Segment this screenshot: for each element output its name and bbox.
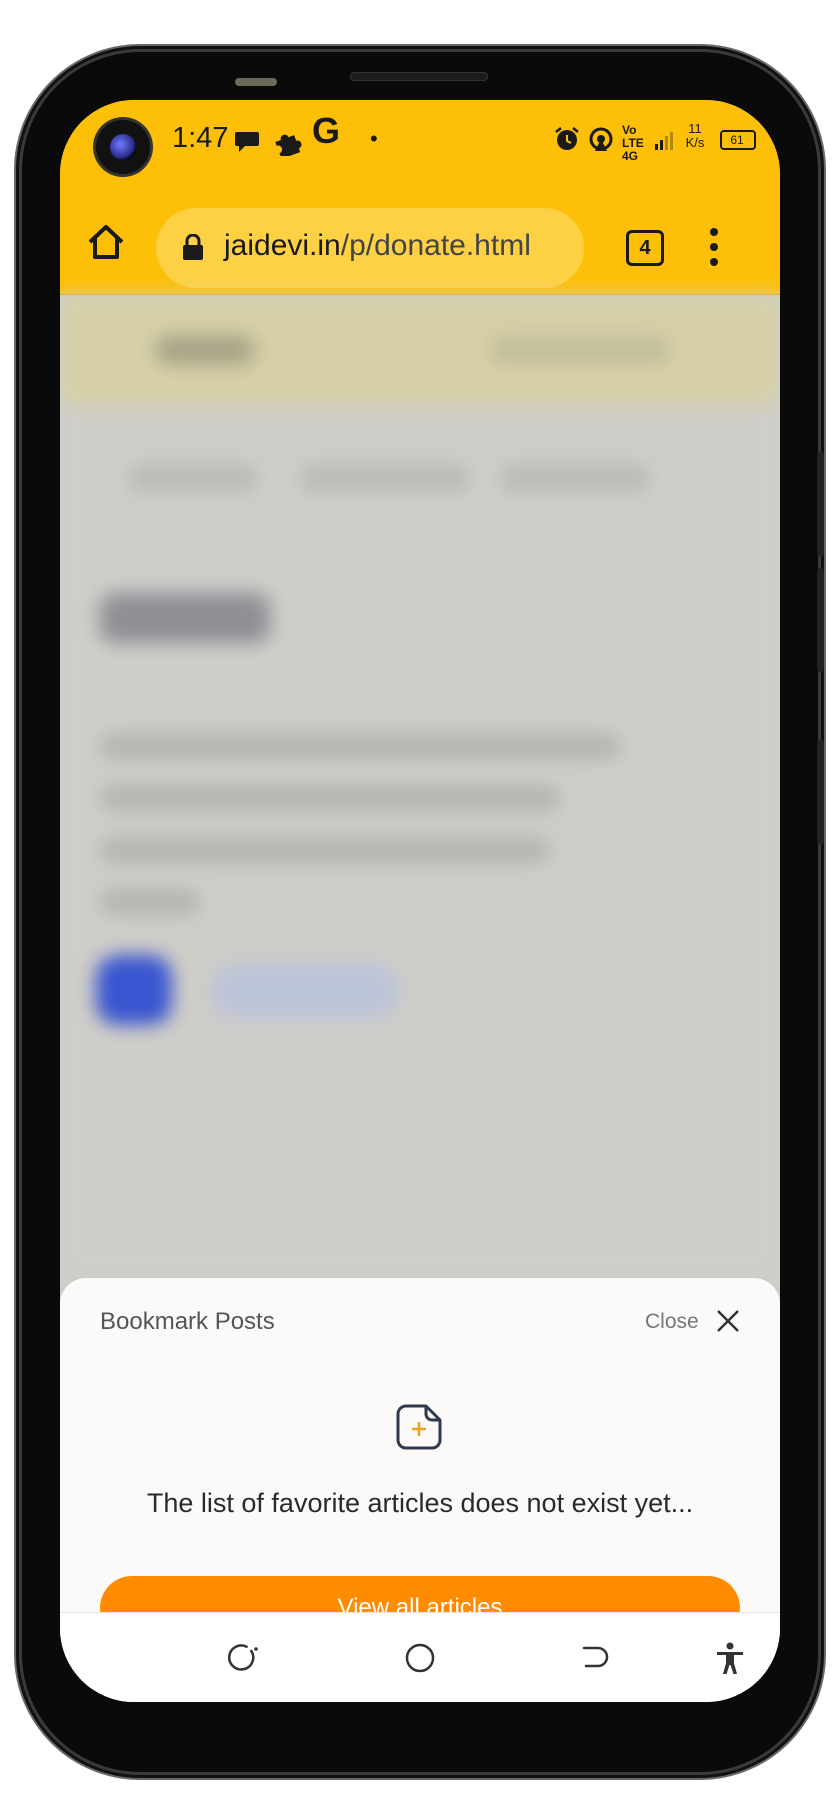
- url-text: jaidevi.in/p/donate.html: [224, 229, 531, 263]
- puzzle-icon: [275, 134, 302, 156]
- alarm-icon: [555, 127, 579, 150]
- page-paragraph-3: [100, 837, 550, 863]
- accessibility-icon[interactable]: [713, 1641, 747, 1675]
- chat-icon: [235, 132, 259, 152]
- status-time: 1:47: [172, 122, 229, 154]
- sensor: [235, 78, 277, 86]
- notification-dot: •: [370, 126, 378, 151]
- speed-unit: K/s: [685, 135, 705, 150]
- battery-icon: 61: [720, 130, 756, 150]
- page-paragraph-1: [100, 733, 620, 759]
- browser-toolbar: jaidevi.in/p/donate.html 4: [60, 190, 780, 295]
- battery-level: 61: [730, 133, 744, 147]
- speed-value: 11: [688, 121, 702, 136]
- power-key: [817, 740, 824, 844]
- page-nav-1: [128, 463, 258, 493]
- page-nav-3: [500, 463, 650, 493]
- network-type: Vo LTE 4G: [622, 123, 644, 163]
- page-paragraph-4: [100, 889, 200, 915]
- volume-down-key: [817, 568, 824, 672]
- google-g-icon: G: [312, 110, 341, 151]
- close-label[interactable]: Close: [645, 1310, 699, 1334]
- add-note-icon: [396, 1404, 442, 1450]
- page-nav-2: [300, 463, 470, 493]
- screen: 1:47 G • Vo LTE 4G 11 K/s 61 jaidevi.in/…: [60, 100, 780, 1702]
- sheet-title: Bookmark Posts: [100, 1308, 275, 1335]
- page-logo: [155, 335, 255, 365]
- hotspot-icon: [589, 127, 613, 151]
- page-paragraph-2: [100, 785, 560, 811]
- status-bar: 1:47 G • Vo LTE 4G 11 K/s 61: [60, 100, 780, 190]
- earpiece-speaker: [350, 72, 488, 81]
- volume-up-key: [817, 452, 824, 556]
- front-camera: [96, 120, 150, 174]
- close-icon[interactable]: [715, 1308, 741, 1334]
- home-icon[interactable]: [84, 220, 128, 264]
- address-bar[interactable]: jaidevi.in/p/donate.html: [156, 208, 584, 288]
- network-speed: 11 K/s: [682, 122, 708, 150]
- page-header-right: [490, 335, 670, 365]
- more-options-icon[interactable]: [706, 224, 722, 270]
- tab-switcher-button[interactable]: 4: [626, 230, 664, 266]
- recents-icon[interactable]: [228, 1641, 262, 1675]
- blurred-page-content: [60, 295, 780, 1278]
- signal-icon: [655, 132, 673, 150]
- empty-state-message: The list of favorite articles does not e…: [146, 1488, 694, 1518]
- url-domain: jaidevi.in: [224, 229, 341, 262]
- system-nav-bar: [60, 1612, 780, 1702]
- back-icon[interactable]: [578, 1641, 612, 1675]
- page-heading: [100, 593, 270, 643]
- url-path: /p/donate.html: [340, 229, 531, 262]
- home-nav-icon[interactable]: [403, 1641, 437, 1675]
- page-blue-button: [96, 955, 172, 1025]
- page-blue-pill: [210, 963, 400, 1019]
- lock-icon: [183, 234, 203, 260]
